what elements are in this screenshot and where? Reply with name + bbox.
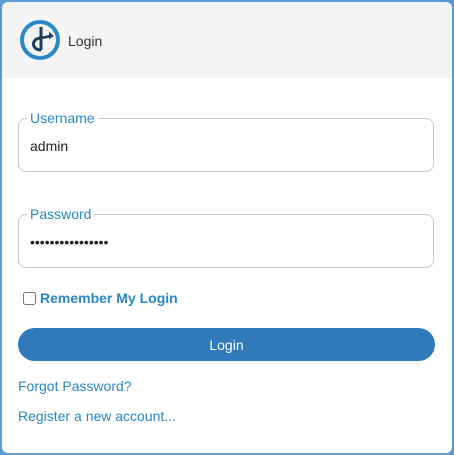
username-input[interactable]	[30, 135, 420, 157]
password-field[interactable]: Password	[18, 205, 434, 268]
dialog-header: Login	[2, 2, 452, 78]
username-field[interactable]: Username	[18, 109, 434, 172]
header-title: Login	[68, 33, 103, 49]
login-dialog: Login Username Password Remember My Logi…	[2, 2, 452, 453]
remember-label[interactable]: Remember My Login	[40, 290, 178, 306]
username-label: Username	[27, 109, 98, 127]
remember-me[interactable]: Remember My Login	[23, 289, 178, 307]
forgot-password-link[interactable]: Forgot Password?	[18, 378, 132, 394]
password-input[interactable]	[30, 231, 420, 253]
remember-checkbox[interactable]	[23, 291, 36, 305]
logo-icon	[20, 20, 60, 60]
login-button[interactable]: Login	[18, 328, 435, 361]
password-label: Password	[27, 205, 95, 223]
register-link[interactable]: Register a new account...	[18, 408, 176, 424]
